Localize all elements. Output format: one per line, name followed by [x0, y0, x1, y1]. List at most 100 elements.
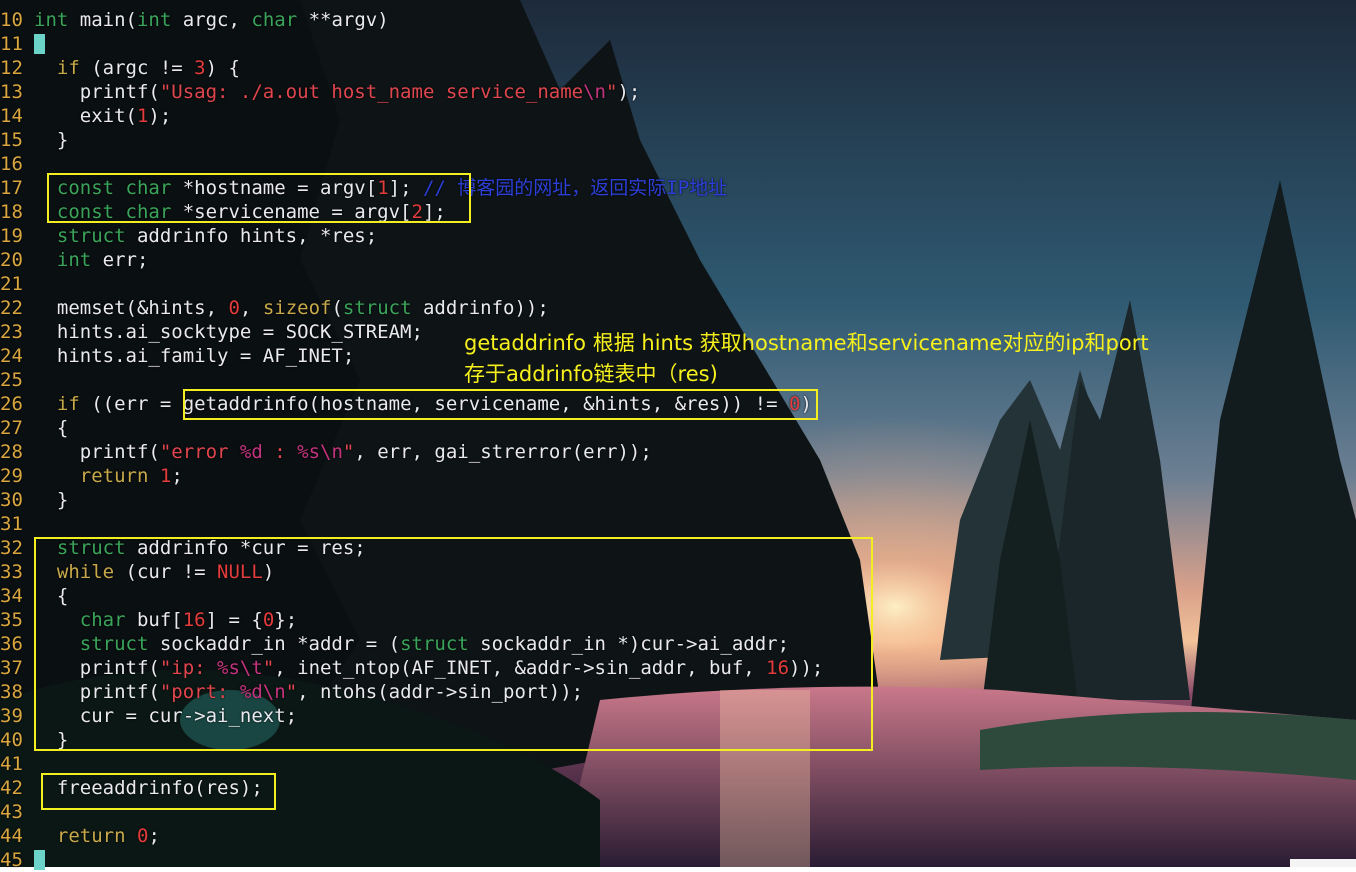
code-token: 16 — [766, 657, 790, 679]
code-token: struct — [56, 537, 126, 559]
code-token: " — [342, 441, 355, 463]
code-token: addrinfo *cur = res; — [125, 537, 366, 559]
code-text: } — [34, 729, 68, 751]
code-line[interactable]: 33 while (cur != NULL) — [0, 560, 1356, 584]
line-number: 32 — [0, 537, 23, 559]
code-line[interactable]: 34 { — [0, 584, 1356, 608]
code-line[interactable]: 29 return 1; — [0, 464, 1356, 488]
code-line[interactable]: 31 — [0, 512, 1356, 536]
code-token: ) — [800, 393, 812, 415]
code-token: const char — [56, 177, 172, 199]
line-number: 44 — [0, 825, 23, 847]
code-token: 1 — [159, 465, 172, 487]
code-token: ; — [148, 825, 160, 847]
code-line[interactable]: 45 — [0, 848, 1356, 872]
code-token: *hostname = argv[ — [171, 177, 378, 199]
code-token: "Usag: ./a.out host_name service_name — [159, 81, 584, 103]
line-number: 38 — [0, 681, 23, 703]
code-line[interactable]: 40 } — [0, 728, 1356, 752]
code-line[interactable]: 36 struct sockaddr_in *addr = (struct so… — [0, 632, 1356, 656]
code-token: " — [262, 657, 275, 679]
code-line[interactable]: 12 if (argc != 3) { — [0, 56, 1356, 80]
code-line[interactable]: 11 — [0, 32, 1356, 56]
code-token: %d\n — [239, 681, 286, 703]
code-token: ) { — [205, 57, 240, 79]
code-line[interactable]: 26 if ((err = getaddrinfo(hostname, serv… — [0, 392, 1356, 416]
code-line[interactable]: 27 { — [0, 416, 1356, 440]
code-line[interactable]: 22 memset(&hints, 0, sizeof(struct addri… — [0, 296, 1356, 320]
code-line[interactable]: 16 — [0, 152, 1356, 176]
code-token: memset(&hints, — [34, 297, 229, 319]
code-line[interactable]: 10 int main(int argc, char **argv) — [0, 8, 1356, 32]
code-line[interactable]: 21 — [0, 272, 1356, 296]
code-line[interactable]: 43 — [0, 800, 1356, 824]
code-token: 0 — [262, 609, 275, 631]
code-text: } — [34, 489, 68, 511]
code-line[interactable]: 17 const char *hostname = argv[1]; // 博客… — [0, 176, 1356, 200]
line-number: 23 — [0, 321, 23, 343]
code-token: struct — [79, 633, 149, 655]
code-token: err; — [91, 249, 149, 271]
line-number: 39 — [0, 705, 23, 727]
code-text: memset(&hints, 0, sizeof(struct addrinfo… — [34, 297, 549, 319]
code-token: "port: — [159, 681, 240, 703]
code-line[interactable]: 30 } — [0, 488, 1356, 512]
annotation-line-1: getaddrinfo 根据 hints 获取hostname和servicen… — [464, 331, 1149, 355]
code-line[interactable]: 44 return 0; — [0, 824, 1356, 848]
code-line[interactable]: 35 char buf[16] = {0}; — [0, 608, 1356, 632]
line-number: 28 — [0, 441, 23, 463]
code-editor[interactable]: 10 int main(int argc, char **argv) 11 12 if… — [0, 8, 1356, 872]
line-number: 12 — [0, 57, 23, 79]
code-token: addrinfo hints, *res; — [125, 225, 378, 247]
code-text: return 1; — [34, 465, 183, 487]
text-cursor — [34, 850, 45, 870]
line-number: 21 — [0, 273, 23, 295]
code-token: struct — [56, 225, 126, 247]
code-token: buf[ — [125, 609, 183, 631]
code-token: ]; — [388, 177, 423, 199]
code-line[interactable]: 19 struct addrinfo hints, *res; — [0, 224, 1356, 248]
code-line[interactable]: 41 — [0, 752, 1356, 776]
code-text: struct sockaddr_in *addr = (struct socka… — [34, 633, 789, 655]
code-line[interactable]: 37 printf("ip: %s\t", inet_ntop(AF_INET,… — [0, 656, 1356, 680]
code-token: : — [262, 441, 298, 463]
line-number: 19 — [0, 225, 23, 247]
code-text: exit(1); — [34, 105, 172, 127]
code-token: %s\t — [217, 657, 263, 679]
code-text: return 0; — [34, 825, 160, 847]
code-text: const char *hostname = argv[1]; // 博客园的网… — [34, 177, 727, 199]
line-number: 42 — [0, 777, 23, 799]
code-token: 16 — [182, 609, 206, 631]
code-line[interactable]: 13 printf("Usag: ./a.out host_name servi… — [0, 80, 1356, 104]
code-token: , ntohs(addr->sin_port)); — [297, 681, 584, 703]
code-line[interactable]: 20 int err; — [0, 248, 1356, 272]
code-token: ); — [148, 105, 172, 127]
code-line[interactable]: 28 printf("error %d : %s\n", err, gai_st… — [0, 440, 1356, 464]
code-text: { — [34, 417, 68, 439]
code-line[interactable]: 38 printf("port: %d\n", ntohs(addr->sin_… — [0, 680, 1356, 704]
code-token: **argv) — [297, 9, 389, 31]
code-text: printf("Usag: ./a.out host_name service_… — [34, 81, 641, 103]
code-token: ; — [171, 465, 183, 487]
code-line[interactable]: 42 freeaddrinfo(res); — [0, 776, 1356, 800]
code-token: ((err = getaddrinfo(hostname, servicenam… — [79, 393, 789, 415]
code-line[interactable]: 32 struct addrinfo *cur = res; — [0, 536, 1356, 560]
code-token: %d — [239, 441, 263, 463]
code-line[interactable]: 15 } — [0, 128, 1356, 152]
line-number: 35 — [0, 609, 23, 631]
code-token: hints.ai_family = AF_INET; — [34, 345, 355, 367]
code-line[interactable]: 18 const char *servicename = argv[2]; — [0, 200, 1356, 224]
code-line[interactable]: 39 cur = cur->ai_next; — [0, 704, 1356, 728]
window-corner — [1290, 859, 1356, 867]
code-line[interactable]: 14 exit(1); — [0, 104, 1356, 128]
line-number: 34 — [0, 585, 23, 607]
code-token: int — [136, 9, 172, 31]
code-token: printf( — [34, 441, 160, 463]
code-token: ); — [617, 81, 641, 103]
code-text: const char *servicename = argv[2]; — [34, 201, 446, 223]
code-token: sockaddr_in *)cur->ai_addr; — [468, 633, 790, 655]
code-text: while (cur != NULL) — [34, 561, 274, 583]
